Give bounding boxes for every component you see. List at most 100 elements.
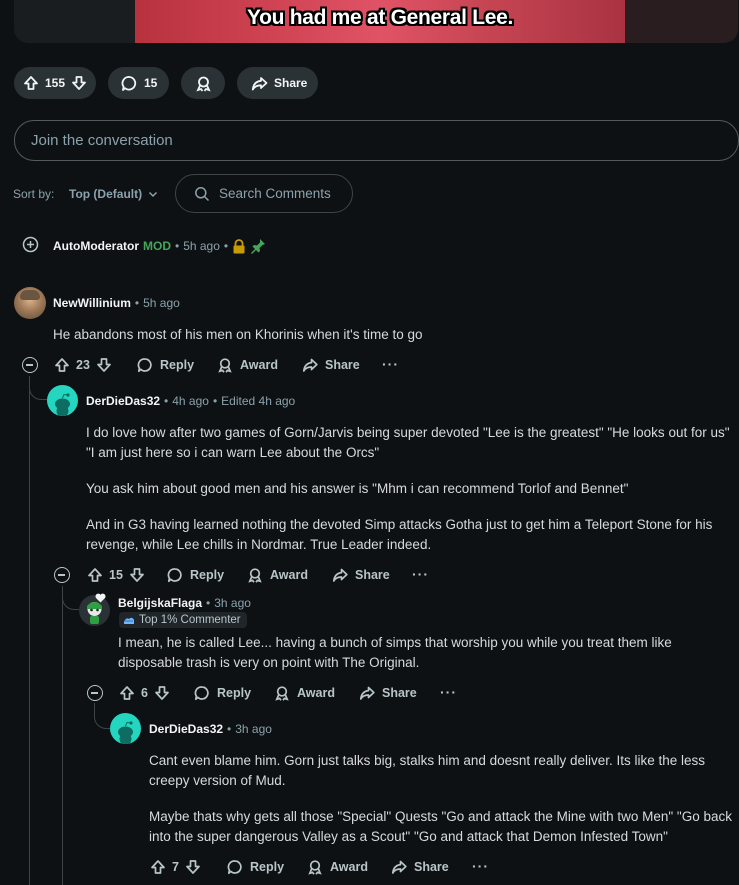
comment-username[interactable]: BelgijskaFlaga [118,596,202,610]
collapse-thread-button[interactable] [87,685,103,701]
search-comments-input[interactable]: Search Comments [175,174,353,213]
collapse-thread-button[interactable] [54,567,70,583]
automod-header: AutoModerator MOD • 5h ago • [53,238,266,254]
downvote-icon[interactable] [185,859,201,875]
share-button[interactable]: Share [391,859,449,875]
upvote-icon[interactable] [119,685,135,701]
award-button[interactable]: Award [247,567,308,583]
upvote-icon[interactable] [23,75,39,91]
vote-count: 155 [45,76,66,90]
composer-placeholder: Join the conversation [31,132,173,149]
comment-header: DerDieDas32 • 4h ago • Edited 4h ago [86,394,295,408]
reply-button[interactable]: Reply [167,567,224,583]
reply-button[interactable]: Reply [194,685,251,701]
avatar[interactable] [14,287,46,319]
award-button[interactable]: Award [274,685,335,701]
separator-dot: • [134,296,140,310]
reply-label: Reply [190,568,225,582]
separator-dot: • [223,239,229,253]
vote-controls: 23 [54,357,112,373]
award-label: Award [240,358,278,372]
collapse-thread-button[interactable] [22,357,38,373]
vote-count: 23 [76,358,90,372]
downvote-icon[interactable] [154,685,170,701]
automod-username[interactable]: AutoModerator [53,239,139,253]
upvote-icon[interactable] [87,567,103,583]
reply-label: Reply [217,686,252,700]
vote-bar: 155 [14,67,96,99]
share-icon [332,567,348,583]
upvote-icon[interactable] [150,859,166,875]
media-caption: You had me at General Lee. [246,6,514,29]
award-button[interactable]: Award [217,357,278,373]
avatar[interactable] [110,713,141,744]
comment-header: BelgijskaFlaga • 3h ago [118,596,251,610]
more-options-button[interactable]: ··· [412,566,429,582]
media-side-panel [625,0,738,43]
award-icon [247,567,263,583]
award-icon [307,859,323,875]
comment-time: 4h ago [172,394,209,408]
more-options-button[interactable]: ··· [440,684,457,700]
vote-count: 15 [109,568,123,582]
share-button[interactable]: Share [332,567,390,583]
reply-label: Reply [250,860,285,874]
share-label: Share [355,568,390,582]
thread-line-level-2[interactable] [62,586,63,885]
snoo-icon [118,721,133,744]
share-button[interactable]: Share [237,67,318,99]
media-image: You had me at General Lee. [135,0,625,43]
share-icon [359,685,375,701]
comment-body: I do love how after two games of Gorn/Ja… [86,423,738,555]
separator-dot: • [175,239,180,253]
share-label: Share [325,358,360,372]
comment-username[interactable]: NewWillinium [53,296,131,310]
search-icon [194,186,210,202]
comment-icon [121,75,138,92]
vote-controls: 7 [150,859,201,875]
comment-composer[interactable]: Join the conversation [14,120,739,161]
sort-dropdown[interactable]: Top (Default) [69,187,158,201]
separator-dot: • [212,394,218,408]
reply-button[interactable]: Reply [227,859,284,875]
award-icon [217,357,233,373]
downvote-icon[interactable] [96,357,112,373]
share-button[interactable]: Share [359,685,417,701]
comment-header: DerDieDas32 • 3h ago [149,722,272,736]
snoo-icon [55,393,70,416]
comment-header: NewWillinium • 5h ago [53,296,180,310]
avatar[interactable] [47,385,78,416]
downvote-icon[interactable] [129,567,145,583]
separator-dot: • [227,722,232,736]
reply-button[interactable]: Reply [137,357,194,373]
comment-body: He abandons most of his men on Khorinis … [53,327,423,342]
post-media[interactable]: You had me at General Lee. [14,0,738,43]
thread-line-level-1[interactable] [29,376,30,885]
upvote-icon[interactable] [54,357,70,373]
badge-label: Top 1% Commenter [139,614,241,626]
vote-count: 6 [141,686,148,700]
expand-automod-button[interactable] [22,236,39,253]
separator-dot: • [206,596,211,610]
award-button[interactable] [181,67,225,99]
top-commenter-icon [123,614,135,626]
comment-time: 3h ago [214,596,251,610]
reply-label: Reply [160,358,195,372]
award-label: Award [330,860,368,874]
share-button[interactable]: Share [302,357,360,373]
more-options-button[interactable]: ··· [382,356,399,372]
award-button[interactable]: Award [307,859,368,875]
comment-username[interactable]: DerDieDas32 [149,722,223,736]
pin-icon [250,238,266,254]
share-label: Share [274,76,308,90]
share-icon [251,75,268,92]
comment-body: I mean, he is called Lee... having a bun… [118,635,672,670]
comments-button[interactable]: 15 [108,67,169,99]
mod-badge: MOD [143,239,171,253]
top-commenter-badge: Top 1% Commenter [119,612,247,628]
award-label: Award [297,686,335,700]
thread-connector [62,586,79,610]
comment-username[interactable]: DerDieDas32 [86,394,160,408]
downvote-icon[interactable] [71,75,87,91]
more-options-button[interactable]: ··· [472,858,489,874]
